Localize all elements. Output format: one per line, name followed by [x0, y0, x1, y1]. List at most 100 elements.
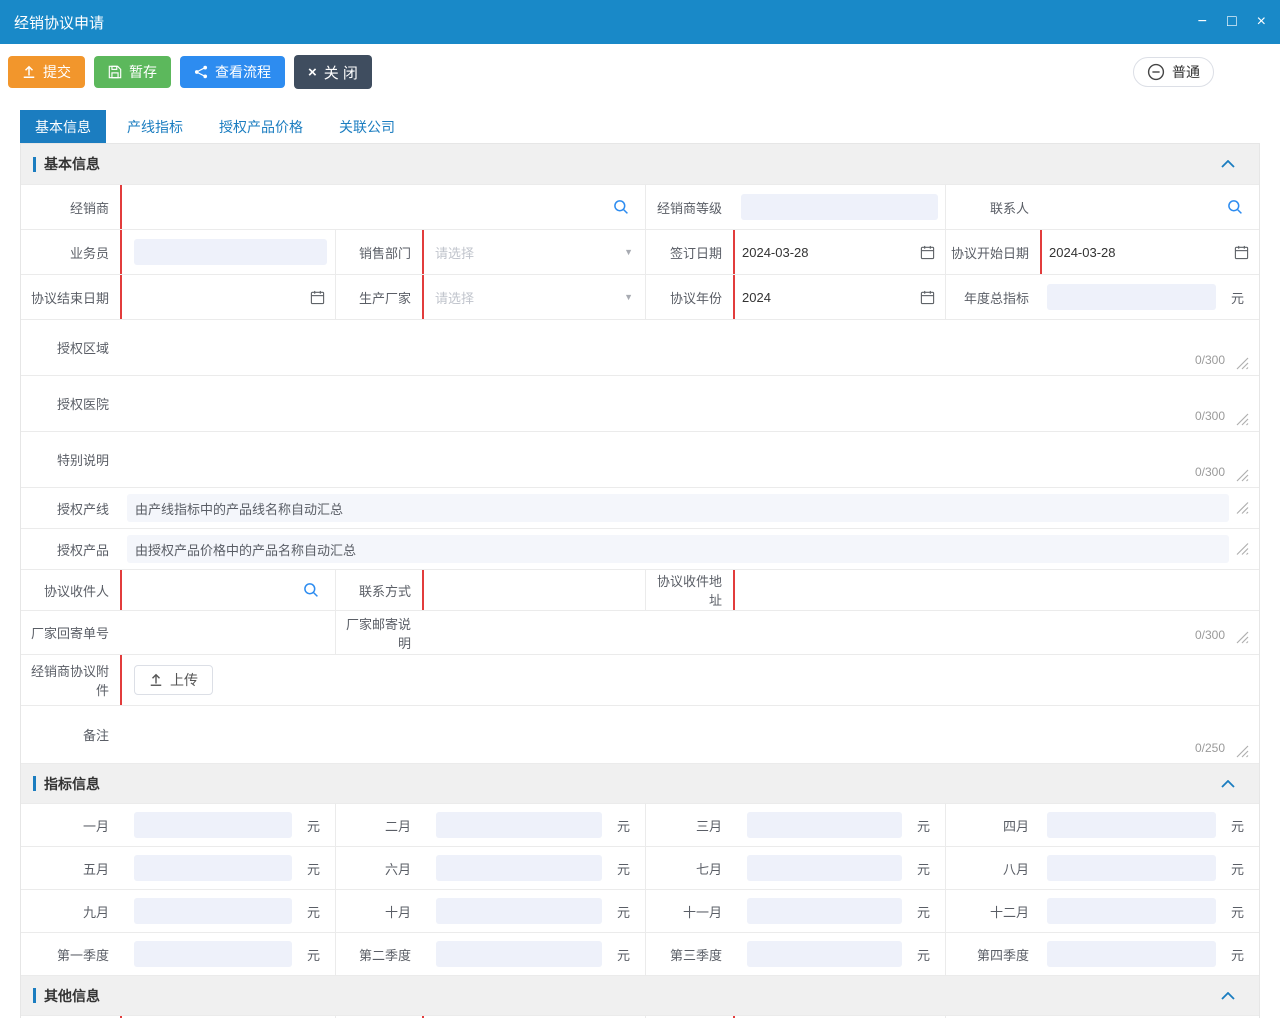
end-date-input[interactable]: [121, 275, 336, 319]
resize-handle[interactable]: [1236, 357, 1249, 370]
section-header-indicator[interactable]: 指标信息: [21, 763, 1259, 803]
toolbar: 提交 暂存 查看流程 × 关 闭 普通: [0, 44, 1280, 100]
auth-product-value: 由授权产品价格中的产品名称自动汇总: [127, 535, 1229, 563]
end-date-label: 协议结束日期: [21, 275, 121, 319]
submit-button[interactable]: 提交: [8, 56, 85, 88]
save-icon: [108, 65, 122, 79]
chevron-up-icon[interactable]: [1221, 992, 1235, 1000]
resize-handle[interactable]: [1236, 469, 1249, 482]
close-form-button[interactable]: × 关 闭: [294, 55, 372, 89]
quarter-2-input[interactable]: [436, 941, 602, 967]
month-jul-input[interactable]: [747, 855, 902, 881]
month-dec-input[interactable]: [1047, 898, 1216, 924]
view-flow-button[interactable]: 查看流程: [180, 56, 285, 88]
salesman-input[interactable]: [134, 239, 327, 265]
row-months-2: 五月 元 六月 元 七月 元 八月 元: [21, 846, 1259, 889]
row-return-no: 厂家回寄单号 厂家邮寄说明 0/300: [21, 610, 1259, 654]
recipient-search-input[interactable]: [121, 570, 336, 610]
row-recipient: 协议收件人 联系方式 协议收件地址: [21, 569, 1259, 610]
resize-handle[interactable]: [1236, 745, 1249, 758]
minimize-button[interactable]: −: [1198, 14, 1207, 30]
month-oct-input[interactable]: [436, 898, 602, 924]
month-may-cell: 元: [121, 847, 336, 889]
mail-note-textarea[interactable]: 0/300: [423, 611, 1259, 654]
priority-button[interactable]: 普通: [1133, 57, 1214, 87]
manufacturer-select[interactable]: 请选择 ▼: [423, 275, 646, 319]
recipient-addr-input[interactable]: [734, 570, 1259, 610]
recipient-label: 协议收件人: [21, 570, 121, 610]
row-remark: 备注 0/250: [21, 705, 1259, 763]
section-header-basic[interactable]: 基本信息: [21, 144, 1259, 184]
month-nov-input[interactable]: [747, 898, 902, 924]
year-input[interactable]: 2024: [734, 275, 946, 319]
unit-label: 元: [610, 816, 645, 835]
section-header-other[interactable]: 其他信息: [21, 975, 1259, 1015]
month-jul-cell: 元: [734, 847, 946, 889]
contact-search-input[interactable]: [1041, 185, 1259, 229]
dealer-grade-input[interactable]: [741, 194, 938, 220]
sign-date-input[interactable]: 2024-03-28: [734, 230, 946, 274]
auth-hospital-textarea[interactable]: 0/300: [121, 376, 1259, 431]
quarter-1-label: 第一季度: [21, 933, 121, 975]
month-feb-cell: 元: [423, 804, 646, 846]
dealer-search-input[interactable]: [121, 185, 646, 229]
unit-label: 元: [300, 816, 335, 835]
row-salesman: 业务员 销售部门 请选择 ▼ 签订日期 2024-03-28 协议开始日期 20…: [21, 229, 1259, 274]
unit-label: 元: [300, 859, 335, 878]
row-auth-line: 授权产线 由产线指标中的产品线名称自动汇总: [21, 487, 1259, 528]
quarter-3-input[interactable]: [747, 941, 902, 967]
upload-button[interactable]: 上传: [134, 665, 213, 695]
month-sep-input[interactable]: [134, 898, 292, 924]
month-may-input[interactable]: [134, 855, 292, 881]
remark-textarea[interactable]: 0/250: [121, 706, 1259, 763]
tab-basic-info[interactable]: 基本信息: [20, 110, 106, 143]
month-jun-cell: 元: [423, 847, 646, 889]
titlebar: 经销协议申请 − □ ×: [0, 0, 1280, 44]
month-apr-input[interactable]: [1047, 812, 1216, 838]
sales-dept-select[interactable]: 请选择 ▼: [423, 230, 646, 274]
search-icon[interactable]: [613, 199, 629, 215]
save-draft-button[interactable]: 暂存: [94, 56, 171, 88]
tab-authorized-product-price[interactable]: 授权产品价格: [204, 110, 318, 143]
start-date-input[interactable]: 2024-03-28: [1041, 230, 1259, 274]
auth-region-textarea[interactable]: 0/300: [121, 320, 1259, 375]
resize-handle[interactable]: [1236, 631, 1249, 644]
month-feb-input[interactable]: [436, 812, 602, 838]
auth-hospital-label: 授权医院: [21, 376, 121, 431]
select-placeholder: 请选择: [435, 243, 474, 262]
quarter-1-input[interactable]: [134, 941, 292, 967]
resize-handle[interactable]: [1236, 502, 1249, 515]
search-icon[interactable]: [1227, 199, 1243, 215]
month-aug-cell: 元: [1041, 847, 1259, 889]
chevron-up-icon[interactable]: [1221, 160, 1235, 168]
year-value: 2024: [742, 290, 771, 305]
chevron-up-icon[interactable]: [1221, 780, 1235, 788]
maximize-button[interactable]: □: [1227, 14, 1237, 30]
auth-region-label: 授权区域: [21, 320, 121, 375]
month-aug-label: 八月: [946, 847, 1041, 889]
month-jan-input[interactable]: [134, 812, 292, 838]
close-button[interactable]: ×: [1257, 14, 1266, 30]
resize-handle[interactable]: [1236, 543, 1249, 556]
section-accent: [33, 157, 36, 172]
search-icon[interactable]: [303, 582, 319, 598]
month-mar-input[interactable]: [747, 812, 902, 838]
month-aug-input[interactable]: [1047, 855, 1216, 881]
special-note-textarea[interactable]: 0/300: [121, 432, 1259, 487]
unit-label: 元: [910, 902, 945, 921]
row-months-3: 九月 元 十月 元 十一月 元 十二月 元: [21, 889, 1259, 932]
tab-product-line-targets[interactable]: 产线指标: [112, 110, 198, 143]
tab-related-company[interactable]: 关联公司: [324, 110, 410, 143]
contact-way-input[interactable]: [423, 570, 646, 610]
char-counter: 0/300: [1195, 628, 1225, 642]
unit-label: 元: [1224, 902, 1259, 921]
annual-total-input[interactable]: [1047, 284, 1216, 310]
month-jun-input[interactable]: [436, 855, 602, 881]
row-dealer: 经销商 经销商等级 联系人: [21, 184, 1259, 229]
upload-label: 上传: [170, 670, 198, 690]
resize-handle[interactable]: [1236, 413, 1249, 426]
section-title-indicator: 指标信息: [44, 774, 100, 794]
salesman-cell: [121, 230, 336, 274]
return-no-input[interactable]: [121, 611, 336, 654]
quarter-4-input[interactable]: [1047, 941, 1216, 967]
